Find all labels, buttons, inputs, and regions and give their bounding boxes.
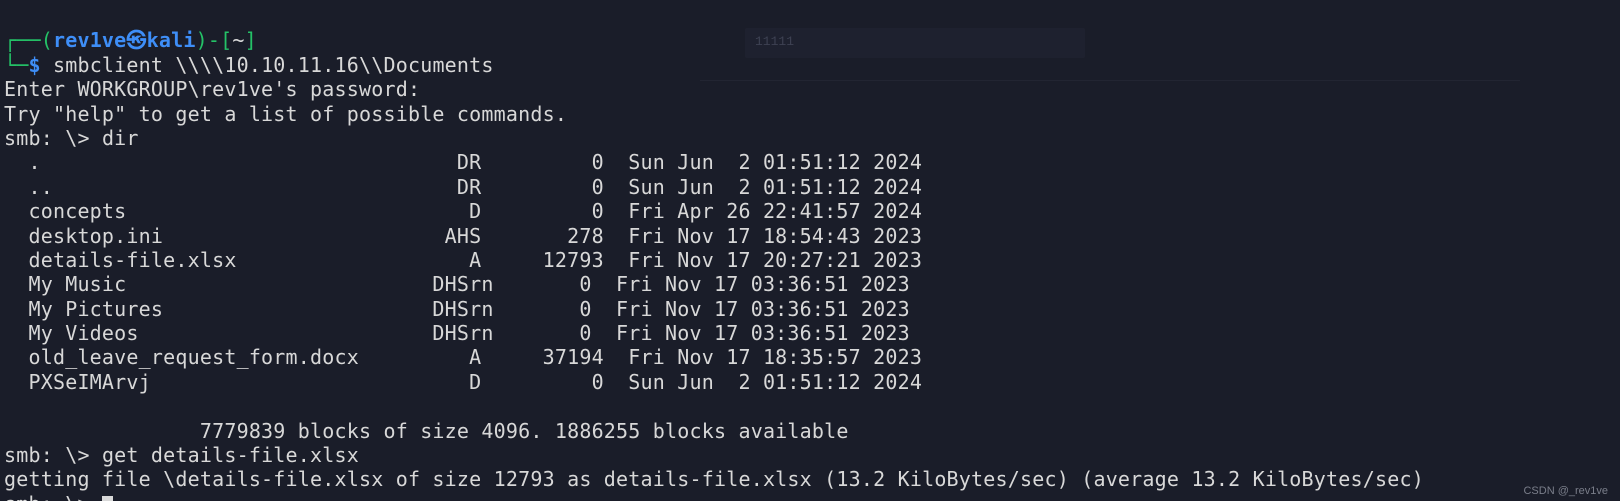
dir-command: dir: [102, 126, 139, 150]
background-tab: 11111: [745, 28, 1085, 58]
background-tab-text: 11111: [755, 34, 794, 49]
get-command: get details-file.xlsx: [102, 443, 371, 467]
cursor: [102, 496, 113, 501]
prompt-user: rev1ve: [53, 28, 126, 52]
help-text: Try "help" to get a list of possible com…: [4, 102, 567, 126]
prompt-close: )-[: [196, 28, 233, 52]
smb-prompt: smb: \>: [4, 126, 102, 150]
command-text: smbclient \\\\10.10.11.16\\Documents: [53, 53, 494, 77]
prompt-decoration: ┌──(: [4, 28, 53, 52]
prompt-line2: └─: [4, 53, 28, 77]
smb-prompt-3: smb: \>: [4, 492, 102, 501]
get-output: getting file \details-file.xlsx of size …: [4, 467, 1424, 491]
prompt-path: ~: [232, 28, 244, 52]
blocks-info: 7779839 blocks of size 4096. 1886255 blo…: [4, 419, 849, 443]
prompt-end: ]: [245, 28, 257, 52]
smb-prompt-2: smb: \>: [4, 443, 102, 467]
prompt-symbol: ㉿: [126, 28, 146, 52]
password-prompt: Enter WORKGROUP\rev1ve's password:: [4, 77, 432, 101]
watermark: CSDN @_rev1ve: [1523, 485, 1608, 497]
directory-listing: . DR 0 Sun Jun 2 01:51:12 2024 .. DR 0 S…: [4, 150, 922, 394]
prompt-host: kali: [147, 28, 196, 52]
prompt-dollar: $: [28, 53, 52, 77]
